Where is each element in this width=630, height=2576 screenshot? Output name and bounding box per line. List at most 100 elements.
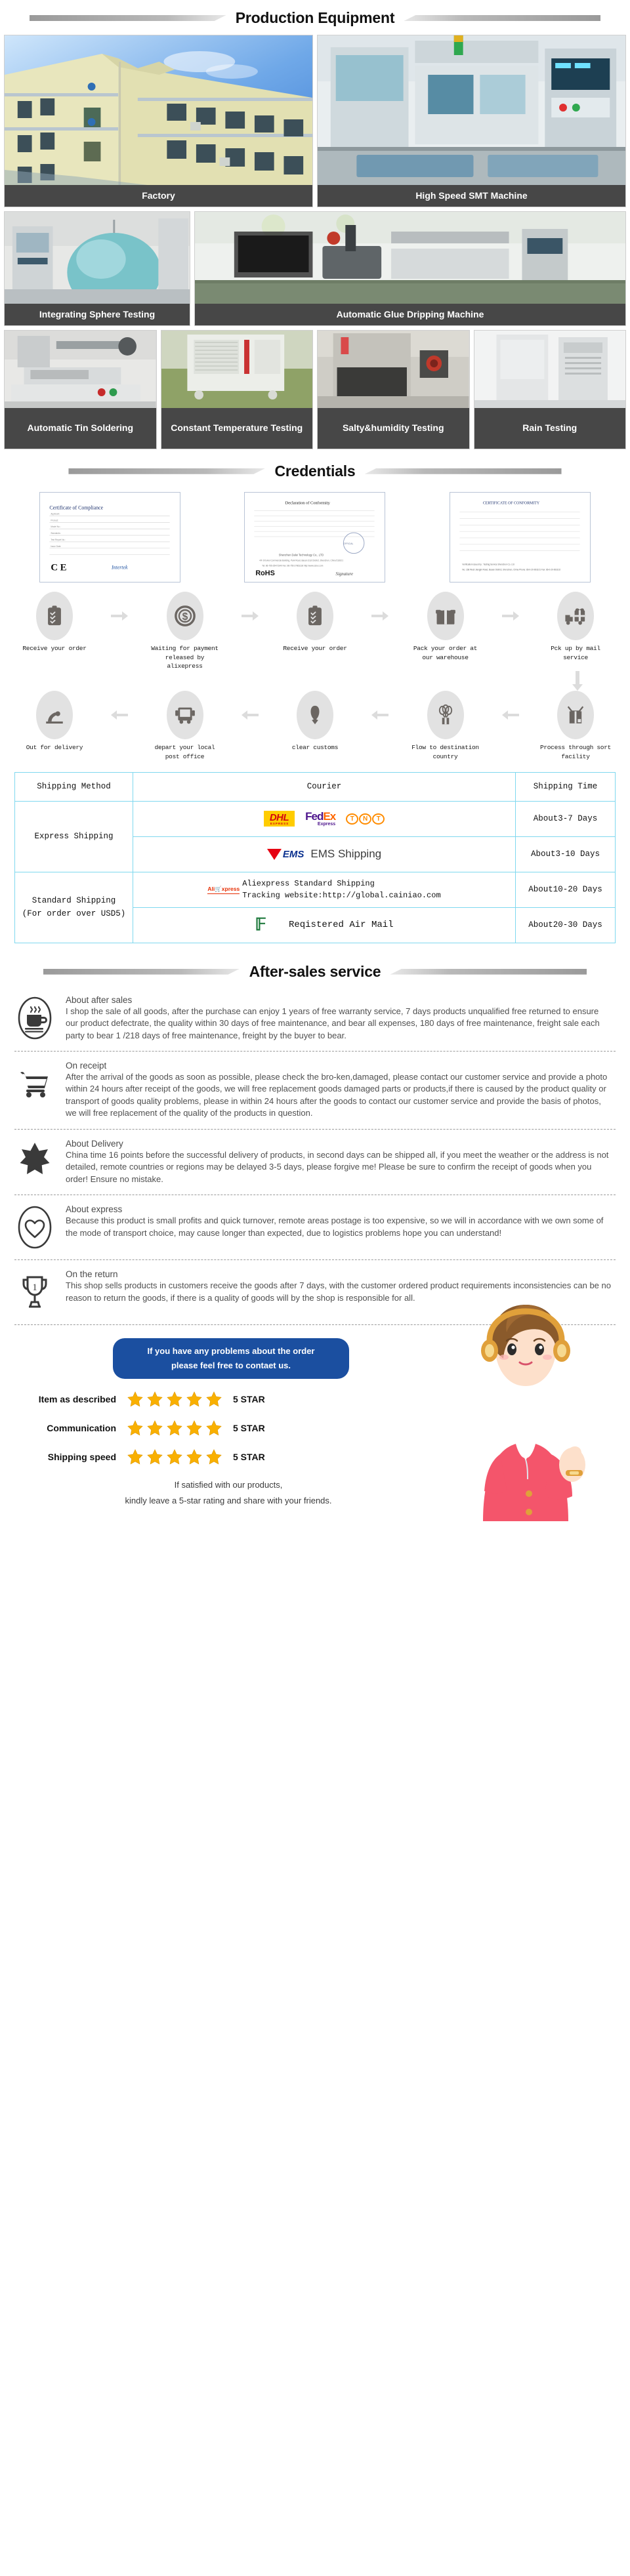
contact-us-banner[interactable]: If you have any problems about the order… [113, 1338, 349, 1380]
section-title-aftersales: After-sales service [249, 962, 381, 980]
flow-step-out-for-delivery: Out for delivery [16, 691, 93, 752]
star-rating[interactable] [127, 1448, 222, 1465]
courier-name: Aliexpress Standard Shipping [242, 879, 375, 889]
section-title-credentials: Credentials [274, 462, 356, 480]
svg-text:4/F JiXuHui Commercial Buildin: 4/F JiXuHui Commercial Building, Park Ro… [260, 559, 344, 562]
certificate-rohs[interactable]: Declaration of Conformity OFFICIAL Shenz… [244, 491, 386, 583]
rating-label: Communication [47, 1423, 116, 1434]
header-rule-right [404, 15, 601, 21]
smt-machine-photo [318, 35, 625, 185]
rating-row-shipping-speed: Shipping speed 5 STAR [18, 1448, 407, 1465]
aftersales-block-on-receipt: On receipt After the arrival of the good… [0, 1054, 630, 1126]
flow-step-label: Flow to destination country [411, 744, 479, 760]
dhl-logo: DHL EXPRESS [263, 811, 295, 827]
equipment-card-constant-temperature[interactable]: Constant Temperature Testing [160, 329, 313, 449]
footer-note-line-2: kindly leave a 5-star rating and share w… [125, 1495, 332, 1505]
aftersales-body: This shop sells products in customers re… [66, 1280, 611, 1303]
equipment-grid-row-1: Factory High Speed SMT Machine [0, 35, 630, 211]
banner-line-1: If you have any problems about the order [147, 1346, 315, 1357]
method-standard-shipping: Standard Shipping (For order over USD5) [14, 871, 133, 943]
courier-ems: EMS EMS Shipping [133, 836, 516, 872]
equipment-card-factory[interactable]: Factory [4, 35, 313, 207]
section-header-production: Production Equipment [0, 0, 630, 35]
section-header-aftersales: After-sales service [0, 954, 630, 989]
svg-text:1: 1 [32, 1282, 37, 1293]
table-row: Express Shipping DHL EXPRESS FedEx Express… [14, 800, 616, 872]
star-rating[interactable] [127, 1420, 222, 1437]
flow-step-label: Receive your order [283, 644, 347, 652]
equipment-caption: High Speed SMT Machine [318, 185, 625, 207]
integrating-sphere-photo [5, 211, 190, 304]
banner-line-2: please feel free to contaet us. [171, 1360, 291, 1371]
equipment-caption: Salty&humidity Testing [318, 407, 469, 449]
flow-arrow-left-icon [499, 691, 522, 739]
delivery-truck-gift-icon [557, 591, 594, 640]
shipping-table: Shipping Method Courier Shipping Time Ex… [14, 771, 616, 943]
star-icon [127, 1391, 143, 1407]
rating-label: Shipping speed [47, 1452, 116, 1463]
flow-step-label: Waiting for payment released by alixepre… [151, 644, 219, 670]
svg-text:Declaration of Conformity: Declaration of Conformity [285, 501, 331, 506]
certificate-ce[interactable]: Certificate of Compliance Applicant: Prod… [39, 491, 180, 583]
salty-humidity-photo [318, 330, 469, 408]
equipment-caption: Rain Testing [474, 407, 625, 449]
svg-text:Applicant:: Applicant: [51, 512, 60, 515]
svg-text:$: $ [182, 611, 188, 623]
equipment-card-integrating-sphere[interactable]: Integrating Sphere Testing [4, 211, 190, 326]
equipment-card-glue-dripping[interactable]: Automatic Glue Dripping Machine [194, 211, 626, 326]
flow-step-label: clear customs [291, 744, 339, 752]
svg-text:Certificate of Compliance: Certificate of Compliance [49, 504, 103, 510]
aftersales-title: On receipt [66, 1060, 107, 1071]
certificates-row: Certificate of Compliance Applicant: Prod… [0, 488, 630, 589]
star-icon [127, 1449, 143, 1465]
courier-name: Reqistered Air Mail [288, 920, 394, 931]
courier-airmail: 𝔽 Reqistered Air Mail [133, 907, 516, 943]
equipment-card-rain-testing[interactable]: Rain Testing [473, 329, 626, 449]
flow-step-receive-order-2: Receive your order [276, 591, 354, 653]
star-icon [147, 1420, 163, 1436]
flow-arrow-right-icon [239, 592, 261, 640]
equipment-caption: Integrating Sphere Testing [5, 303, 190, 325]
star-rating[interactable] [127, 1391, 222, 1408]
flow-step-clear-customs: clear customs [276, 691, 354, 752]
flow-connector-down-icon [16, 671, 614, 691]
balloon-parcel-icon [427, 691, 464, 740]
divider [14, 1259, 616, 1261]
post-truck-icon [166, 691, 203, 740]
flow-arrow-left-icon [369, 691, 391, 739]
flow-step-pack-order: Pack your order at our warehouse [407, 591, 484, 663]
equipment-card-tin-soldering[interactable]: Automatic Tin Soldering [4, 329, 157, 449]
flow-arrow-left-icon [108, 691, 131, 739]
flow-arrow-left-icon [239, 691, 261, 739]
star-icon [167, 1420, 182, 1436]
flow-step-label: Pack your order at our warehouse [413, 644, 478, 661]
aftersales-title: About express [66, 1204, 123, 1215]
equipment-caption: Constant Temperature Testing [161, 407, 312, 449]
star-icon [147, 1449, 163, 1465]
aftersales-block-about-express: About express Because this product is sm… [0, 1198, 630, 1257]
table-row: Standard Shipping (For order over USD5) … [14, 871, 616, 943]
equipment-card-smt[interactable]: High Speed SMT Machine [317, 35, 626, 207]
star-icon [186, 1449, 202, 1465]
flow-step-receive-order: Receive your order [16, 591, 93, 653]
equipment-caption: Automatic Tin Soldering [5, 407, 156, 449]
customer-service-girl-illustration [444, 1305, 608, 1522]
star-icon [147, 1391, 163, 1407]
divider [14, 1128, 616, 1130]
svg-text:Model No.:: Model No.: [51, 525, 60, 528]
heart-icon [14, 1204, 55, 1250]
constant-temperature-photo [161, 330, 312, 408]
star-icon [127, 1420, 143, 1436]
svg-text:Product:: Product: [51, 519, 58, 521]
table-header-row: Shipping Method Courier Shipping Time [14, 771, 616, 802]
certificate-conformity[interactable]: CERTIFICATE OF CONFORMITY Verification i… [450, 491, 591, 583]
svg-text:Intertek: Intertek [111, 564, 128, 570]
ratings-list: Item as described 5 STAR Communication 5… [0, 1391, 407, 1508]
flow-row-2: Out for delivery depart your local post … [16, 691, 614, 762]
tracking-website[interactable]: Tracking website:http://global.cainiao.c… [242, 889, 440, 901]
footer-note: If satisfied with our products, kindly l… [18, 1477, 438, 1508]
tin-soldering-photo [5, 330, 156, 408]
aliexpress-logo: Ali🛒xpress [207, 886, 240, 894]
svg-text:C E: C E [51, 562, 66, 573]
equipment-card-salty-humidity[interactable]: Salty&humidity Testing [317, 329, 470, 449]
